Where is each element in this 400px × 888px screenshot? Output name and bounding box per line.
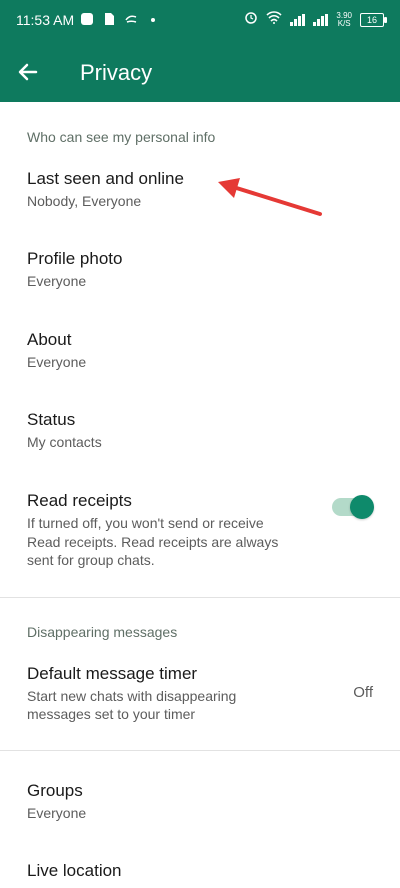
default-timer-value: Off (353, 684, 373, 701)
profile-photo-title: Profile photo (27, 249, 123, 268)
back-arrow-icon[interactable] (14, 58, 42, 86)
about-title: About (27, 330, 72, 349)
network-speed: 3.90 K/S (336, 11, 352, 28)
setting-live-location[interactable]: Live location (0, 852, 400, 888)
setting-about[interactable]: About Everyone (0, 321, 400, 383)
alarm-icon (244, 10, 258, 29)
annotation-arrow-icon (218, 178, 322, 216)
setting-read-receipts[interactable]: Read receipts If turned off, you won't s… (0, 482, 400, 582)
last-seen-title: Last seen and online (27, 169, 184, 188)
notification-icon (80, 12, 94, 26)
divider (0, 750, 400, 751)
page-title: Privacy (80, 60, 153, 85)
section-title-personal-info: Who can see my personal info (27, 129, 216, 145)
signal-strength-icon-2 (313, 13, 329, 26)
top-bar: 11:53 AM 3.90 K/S 16 Privacy (0, 0, 400, 102)
default-timer-desc-2: messages set to your timer (27, 706, 196, 722)
hand-gesture-icon (124, 12, 138, 26)
section-title-disappearing: Disappearing messages (27, 624, 178, 640)
groups-value: Everyone (27, 805, 87, 821)
toggle-knob (350, 495, 374, 519)
divider (0, 597, 400, 598)
status-right-icons: 3.90 K/S 16 (244, 10, 387, 29)
read-receipts-desc-2: Read receipts. Read receipts are always (27, 534, 279, 550)
setting-groups[interactable]: Groups Everyone (0, 772, 400, 834)
battery-icon: 16 (360, 12, 387, 27)
read-receipts-desc-1: If turned off, you won't send or receive (27, 515, 264, 531)
document-icon (102, 12, 116, 26)
last-seen-value: Nobody, Everyone (27, 193, 142, 209)
read-receipts-toggle[interactable] (332, 495, 374, 519)
about-value: Everyone (27, 354, 87, 370)
status-bar: 11:53 AM 3.90 K/S 16 (0, 0, 400, 40)
setting-last-seen[interactable]: Last seen and online Nobody, Everyone (0, 160, 400, 222)
groups-title: Groups (27, 781, 83, 800)
setting-profile-photo[interactable]: Profile photo Everyone (0, 240, 400, 302)
setting-status[interactable]: Status My contacts (0, 401, 400, 463)
default-timer-desc-1: Start new chats with disappearing (27, 688, 237, 704)
network-speed-unit: K/S (337, 18, 351, 28)
battery-level: 16 (366, 14, 377, 25)
status-time: 11:53 AM (16, 12, 75, 28)
profile-photo-value: Everyone (27, 273, 87, 289)
default-timer-title: Default message timer (27, 664, 198, 683)
read-receipts-desc-3: sent for group chats. (27, 552, 155, 568)
app-bar: Privacy (0, 40, 400, 102)
signal-strength-icon (290, 13, 306, 26)
read-receipts-title: Read receipts (27, 491, 132, 510)
live-location-title: Live location (27, 861, 122, 880)
status-value: My contacts (27, 434, 102, 450)
status-left-icons (80, 12, 160, 26)
dot-icon (146, 12, 160, 26)
setting-default-message-timer[interactable]: Default message timer Start new chats wi… (0, 655, 400, 735)
wifi-icon (266, 10, 282, 29)
status-title: Status (27, 410, 76, 429)
